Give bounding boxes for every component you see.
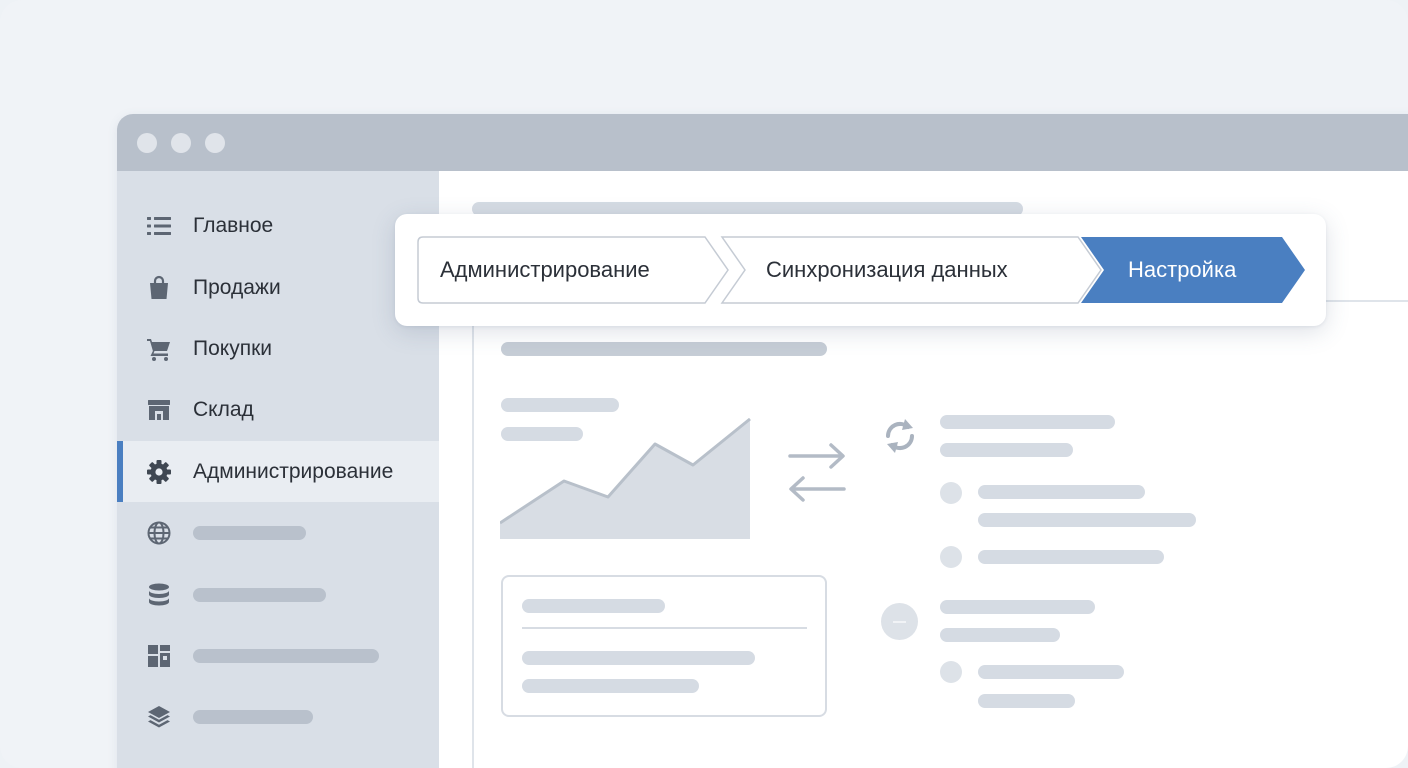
globe-icon [146,520,172,546]
sidebar-item-label: Администрирование [193,459,394,483]
sidebar-item-globe[interactable] [117,502,439,563]
sidebar-item-label: Главное [193,213,274,237]
breadcrumb: Администрирование Синхронизация данных Н… [395,214,1326,326]
sidebar-item-administration[interactable]: Администрирование [117,441,439,502]
area-chart-icon [500,418,751,539]
panel-divider [522,627,807,629]
breadcrumb-item-administration[interactable]: Администрирование [440,237,650,303]
status-indicator [881,603,918,640]
panel-title-placeholder [522,599,665,613]
gear-icon [146,459,172,485]
list-line-placeholder [978,513,1196,527]
chart-title-placeholder [501,398,619,412]
dashboard-icon [146,643,172,669]
sidebar-item-placeholder [193,709,313,724]
list-line-placeholder [978,485,1145,499]
sidebar-item-purchases[interactable]: Покупки [117,318,439,379]
window-control-maximize[interactable] [205,133,225,153]
sidebar: Главное Продажи Покупки Склад Администри… [117,171,439,768]
status-dot [940,482,962,504]
sync-subtitle-placeholder [940,443,1073,457]
shopping-cart-icon [146,336,172,362]
transfer-arrows-icon [788,443,846,502]
page-background: Главное Продажи Покупки Склад Администри… [0,0,1408,768]
panel-line-placeholder [522,679,699,693]
breadcrumb-item-setup: Настройка [1128,257,1237,282]
list-line-placeholder [978,694,1075,708]
window-control-close[interactable] [137,133,157,153]
database-icon [146,582,172,608]
sidebar-item-label: Склад [193,397,254,421]
list-line-placeholder [978,665,1124,679]
list-line-placeholder [940,600,1095,614]
breadcrumb-item-data-sync[interactable]: Синхронизация данных [766,237,1008,303]
window-titlebar [117,114,1408,171]
sidebar-item-label: Покупки [193,336,272,360]
sidebar-item-warehouse[interactable]: Склад [117,379,439,440]
info-panel [501,575,827,717]
sidebar-item-main[interactable]: Главное [117,195,439,256]
list-line-placeholder [978,550,1164,564]
sidebar-item-sales[interactable]: Продажи [117,257,439,318]
status-dot [940,546,962,568]
section-title-placeholder [501,342,827,356]
sidebar-item-layers[interactable] [117,686,439,747]
warehouse-icon [146,397,172,423]
status-dot [940,661,962,683]
window-control-minimize[interactable] [171,133,191,153]
sidebar-item-dashboard[interactable] [117,625,439,686]
content-divider [472,301,474,768]
sidebar-item-label: Продажи [193,275,281,299]
sidebar-item-database[interactable] [117,564,439,625]
list-icon [146,213,172,239]
sidebar-item-placeholder [193,648,379,663]
sidebar-item-placeholder [193,587,326,602]
layers-icon [146,704,172,730]
panel-line-placeholder [522,651,755,665]
sync-title-placeholder [940,415,1115,429]
shopping-bag-icon [146,275,172,301]
sidebar-item-placeholder [193,525,306,540]
list-line-placeholder [940,628,1060,642]
sync-icon [885,419,915,453]
